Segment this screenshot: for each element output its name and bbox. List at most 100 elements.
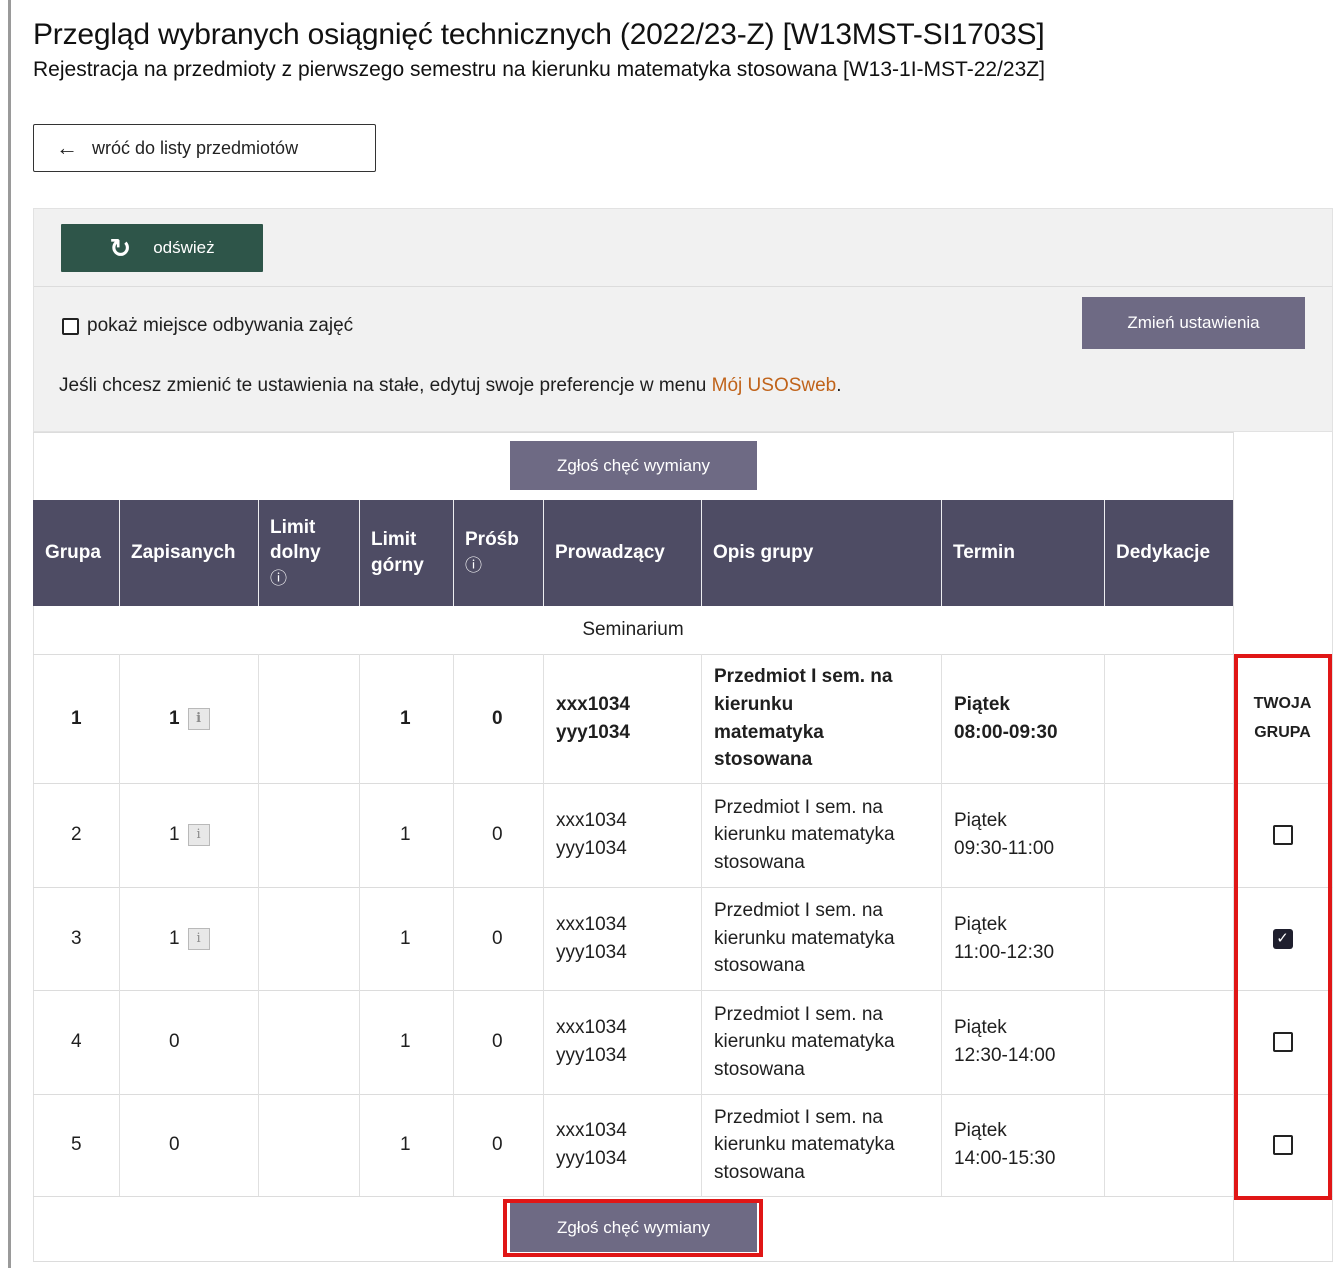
opis-line: matematyka <box>714 721 824 743</box>
show-location-label: pokaż miejsce odbywania zajęć <box>87 315 354 336</box>
lecturer-name[interactable]: yyy1034 <box>556 838 627 859</box>
refresh-button[interactable]: ↻ odśwież <box>61 224 263 272</box>
cell-termin: Piątek 11:00-12:30 <box>954 887 1054 990</box>
body-column-divider <box>453 654 454 1196</box>
limit-dolny-line1: Limit <box>270 516 316 538</box>
back-to-list-button[interactable]: ← wróć do listy przedmiotów <box>33 124 376 172</box>
termin-hours: 14:00-15:30 <box>954 1148 1056 1169</box>
termin-hours: 11:00-12:30 <box>954 941 1055 963</box>
preferences-note: Jeśli chcesz zmienić te ustawienia na st… <box>59 375 842 397</box>
cell-termin: Piątek 08:00-09:30 <box>954 654 1058 783</box>
settings-panel: ↻ odśwież pokaż miejsce odbywania zajęć … <box>33 208 1333 432</box>
page-title: Przegląd wybranych osiągnięć technicznyc… <box>33 18 1045 51</box>
cell-limit-gorny: 1 <box>400 927 411 949</box>
lecturer-name[interactable]: xxx1034 <box>556 1120 627 1141</box>
lecturer-name[interactable]: xxx1034 <box>556 914 627 935</box>
col-header-prowadzacy: Prowadzący <box>555 542 665 564</box>
cell-opis: Przedmiot I sem. na kierunku matematyka st… <box>714 1094 895 1196</box>
cell-opis: Przedmiot I sem. na kierunku matematyka st… <box>714 990 895 1094</box>
opis-line: Przedmiot I sem. na <box>714 796 883 818</box>
back-to-list-label: wróć do listy przedmiotów <box>92 137 299 158</box>
opis-line: kierunku matematyka <box>714 1134 895 1156</box>
row-divider <box>33 887 1333 888</box>
cell-zapisanych: 1i <box>169 783 210 887</box>
body-column-divider <box>359 654 360 1196</box>
cell-grupa: 5 <box>71 1134 82 1156</box>
termin-hours: 09:30-11:00 <box>954 838 1055 859</box>
change-settings-button[interactable]: Zmień ustawienia <box>1082 297 1305 349</box>
table-header: Grupa Zapisanych Limit dolny ⓘ Limit górny … <box>33 500 1233 606</box>
cell-zapisanych: 1i <box>169 887 210 990</box>
zapisanych-value: 1 <box>169 824 180 846</box>
lecturer-name[interactable]: xxx1034 <box>556 694 630 715</box>
col-header-grupa: Grupa <box>45 542 101 564</box>
termin-day: Piątek <box>954 1017 1007 1039</box>
refresh-label: odśwież <box>153 238 215 257</box>
cell-grupa: 2 <box>71 824 82 846</box>
info-icon[interactable]: i <box>187 824 210 846</box>
opis-line: Przedmiot I sem. na <box>714 1003 883 1025</box>
termin-hours: 12:30-14:00 <box>954 1045 1056 1066</box>
cell-prosb: 0 <box>492 707 503 729</box>
cell-prosb: 0 <box>492 927 503 949</box>
cell-zapisanych: 0 <box>169 1031 180 1053</box>
lecturer-name[interactable]: xxx1034 <box>556 1017 627 1038</box>
col-header-termin: Termin <box>953 542 1015 564</box>
opis-line: kierunku matematyka <box>714 824 895 846</box>
body-column-divider <box>258 654 259 1196</box>
body-column-divider <box>543 654 544 1196</box>
col-header-prosb: Próśb ⓘ <box>453 500 543 606</box>
cell-prowadzacy: xxx1034 yyy1034 <box>556 990 627 1094</box>
lecturer-name[interactable]: yyy1034 <box>556 1045 627 1066</box>
show-location-checkbox[interactable] <box>62 317 79 335</box>
info-icon[interactable]: i <box>187 927 210 950</box>
opis-line: stosowana <box>714 851 805 873</box>
cell-limit-gorny: 1 <box>400 707 411 729</box>
row-divider <box>33 1094 1333 1095</box>
opis-line: stosowana <box>714 1161 805 1183</box>
lecturer-name[interactable]: yyy1034 <box>556 722 630 743</box>
opis-line: kierunku <box>714 693 794 715</box>
lecturer-name[interactable]: yyy1034 <box>556 942 627 963</box>
cell-grupa: 1 <box>71 707 82 729</box>
table-top-border <box>33 432 1233 433</box>
table-bottom-border <box>33 1261 1333 1262</box>
cell-zapisanych: 0 <box>169 1134 180 1156</box>
cell-prosb: 0 <box>492 1134 503 1156</box>
cell-limit-gorny: 1 <box>400 824 411 846</box>
cell-opis: Przedmiot I sem. na kierunku matematyka sto… <box>714 654 892 783</box>
info-icon[interactable]: ⓘ <box>270 569 287 588</box>
cell-limit-gorny: 1 <box>400 1031 411 1053</box>
preferences-note-text: Jeśli chcesz zmienić te ustawienia na st… <box>59 375 712 396</box>
opis-line: stosowana <box>714 1058 805 1080</box>
info-icon[interactable]: ⓘ <box>465 556 482 575</box>
lecturer-name[interactable]: xxx1034 <box>556 810 627 831</box>
my-usosweb-link[interactable]: Mój USOSweb <box>712 375 837 396</box>
opis-line: stosowana <box>714 955 805 977</box>
opis-line: stosowana <box>714 749 813 771</box>
info-icon[interactable]: i <box>187 707 210 730</box>
cell-prowadzacy: xxx1034 yyy1034 <box>556 1094 627 1196</box>
show-location-option[interactable]: pokaż miejsce odbywania zajęć <box>62 315 353 337</box>
cell-prosb: 0 <box>492 824 503 846</box>
col-header-dedykacje: Dedykacje <box>1116 542 1211 564</box>
body-column-divider <box>1104 654 1105 1196</box>
opis-line: Przedmiot I sem. na <box>714 1106 883 1128</box>
lecturer-name[interactable]: yyy1034 <box>556 1148 627 1169</box>
exchange-request-button-top[interactable]: Zgłoś chęć wymiany <box>510 441 757 490</box>
col-header-opis: Opis grupy <box>713 542 814 564</box>
cell-termin: Piątek 12:30-14:00 <box>954 990 1055 1094</box>
col-header-zapisanych: Zapisanych <box>131 542 236 564</box>
row-divider <box>33 783 1333 784</box>
cell-grupa: 4 <box>71 1031 82 1053</box>
zapisanych-value: 1 <box>169 927 180 949</box>
opis-line: Przedmiot I sem. na <box>714 900 883 922</box>
panel-divider <box>34 286 1332 287</box>
cell-limit-gorny: 1 <box>400 1134 411 1156</box>
termin-day: Piątek <box>954 693 1010 715</box>
cell-termin: Piątek 14:00-15:30 <box>954 1094 1055 1196</box>
cell-prosb: 0 <box>492 1031 503 1053</box>
page-subtitle: Rejestracja na przedmioty z pierwszego s… <box>33 58 1045 81</box>
limit-gorny-line1: Limit <box>371 529 417 551</box>
left-border <box>8 0 11 1268</box>
